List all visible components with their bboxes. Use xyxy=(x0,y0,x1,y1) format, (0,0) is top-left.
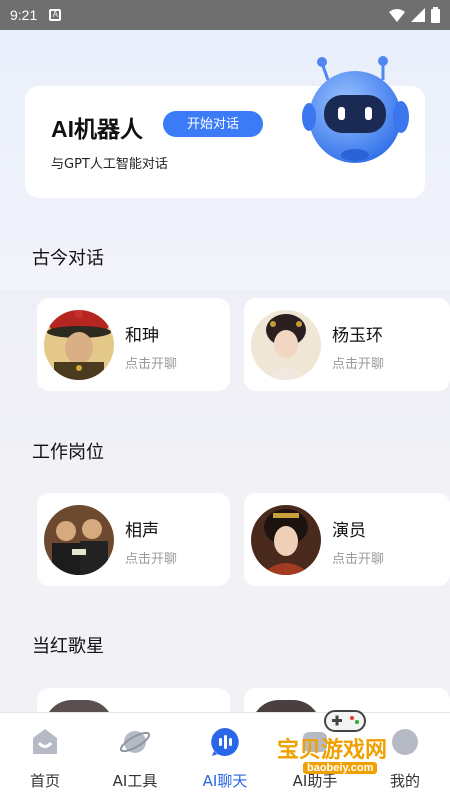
card-hint: 点击开聊 xyxy=(332,552,385,567)
tab-ai-tools[interactable]: AI工具 xyxy=(90,713,180,800)
bottom-tab-bar: 首页 AI工具 AI聊天 AI助手 我的 xyxy=(0,712,450,800)
tab-label: 我的 xyxy=(389,772,420,790)
character-card-crosstalk[interactable]: 相声 点击开聊 xyxy=(37,493,230,586)
status-time: 9:21 xyxy=(10,7,38,23)
signal-icon xyxy=(411,8,425,22)
status-bar: 9:21 A xyxy=(0,0,450,30)
hero-subtitle: 与GPT人工智能对话 xyxy=(51,157,168,172)
card-name: 演员 xyxy=(332,521,366,541)
avatar-actor xyxy=(251,505,321,575)
card-hint: 点击开聊 xyxy=(125,552,178,567)
voice-chat-icon xyxy=(211,728,239,756)
character-card-heshen[interactable]: 和珅 点击开聊 xyxy=(37,298,230,391)
wifi-icon xyxy=(389,9,405,22)
avatar-heshen xyxy=(44,310,114,380)
battery-icon xyxy=(431,7,440,23)
card-name: 相声 xyxy=(125,521,159,541)
avatar-yang-yuhuan xyxy=(251,310,321,380)
tab-ai-assistant[interactable]: AI助手 xyxy=(270,713,360,800)
planet-icon xyxy=(119,731,151,753)
section-title-pop-stars: 当红歌星 xyxy=(32,636,104,657)
tab-ai-chat[interactable]: AI聊天 xyxy=(180,713,270,800)
card-name: 杨玉环 xyxy=(332,326,383,346)
home-icon xyxy=(33,729,57,754)
avatar-crosstalk xyxy=(44,505,114,575)
tab-label: AI聊天 xyxy=(202,772,248,790)
tab-profile[interactable]: 我的 xyxy=(360,713,450,800)
character-card-yang-yuhuan[interactable]: 杨玉环 点击开聊 xyxy=(244,298,450,391)
card-name: 和珅 xyxy=(125,326,159,346)
start-chat-button[interactable]: 开始对话 xyxy=(163,111,263,137)
tab-label: 首页 xyxy=(29,772,60,790)
hero-title: AI机器人 xyxy=(51,116,143,142)
section-title-jobs: 工作岗位 xyxy=(32,442,104,463)
tab-home[interactable]: 首页 xyxy=(0,713,90,800)
tab-label: AI工具 xyxy=(112,772,158,790)
profile-icon xyxy=(392,729,418,755)
notification-icon: A xyxy=(49,9,62,21)
tab-label: AI助手 xyxy=(292,772,338,790)
assistant-icon xyxy=(303,732,327,752)
character-card-actor[interactable]: 演员 点击开聊 xyxy=(244,493,450,586)
card-hint: 点击开聊 xyxy=(332,357,385,372)
robot-icon xyxy=(302,56,409,163)
section-title-ancient-modern: 古今对话 xyxy=(32,248,104,269)
card-hint: 点击开聊 xyxy=(125,357,178,372)
